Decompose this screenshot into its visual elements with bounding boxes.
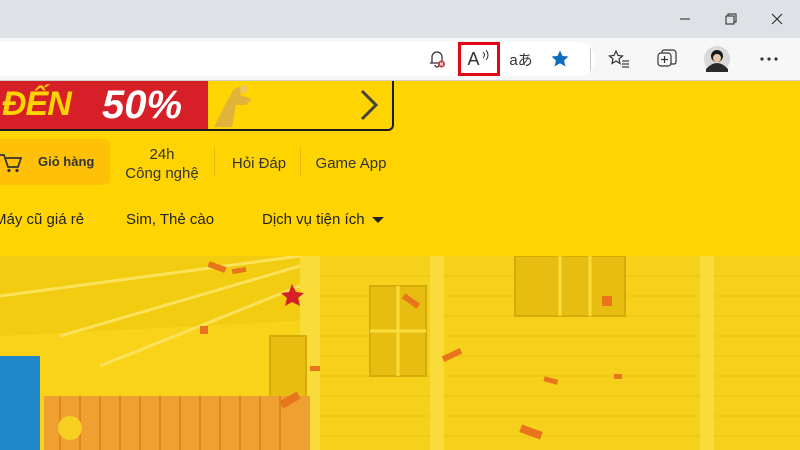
banner-next-arrow-icon[interactable] — [356, 89, 380, 121]
caret-down-icon — [371, 217, 384, 223]
minimize-button[interactable] — [662, 0, 708, 38]
menu-item-dich-vu[interactable]: Dịch vụ tiện ích — [262, 211, 384, 228]
translate-icon: aあ — [509, 51, 533, 69]
nav-separator — [300, 147, 301, 177]
nav-link-24h-cong-nghe[interactable]: 24h Công nghệ — [120, 145, 204, 183]
more-menu-button[interactable] — [752, 42, 786, 76]
read-aloud-highlight — [458, 42, 500, 76]
menu-item-may-cu[interactable]: Máy cũ giá rẻ — [0, 211, 84, 228]
toolbar-separator — [590, 48, 591, 70]
notification-button[interactable] — [420, 42, 454, 76]
nav-link-line2: Công nghệ — [125, 165, 199, 182]
favorites-list-icon — [608, 49, 629, 68]
collections-button[interactable] — [650, 42, 684, 76]
window-titlebar — [0, 0, 800, 38]
minimize-icon — [680, 18, 690, 20]
hero-image[interactable] — [0, 256, 800, 450]
collections-icon — [657, 49, 677, 67]
nav-link-hoi-dap[interactable]: Hỏi Đáp — [226, 154, 292, 173]
browser-toolbar: A aあ — [0, 38, 800, 81]
restore-button[interactable] — [708, 0, 754, 38]
favorite-star-icon — [551, 50, 569, 67]
close-button[interactable] — [754, 0, 800, 38]
profile-button[interactable] — [700, 42, 734, 76]
close-icon — [771, 13, 783, 25]
translate-button[interactable]: aあ — [504, 42, 538, 76]
address-bar[interactable]: A aあ — [0, 42, 595, 76]
nav-separator — [214, 147, 215, 177]
hero-illustration — [0, 256, 800, 450]
notification-bell-icon — [429, 51, 445, 68]
cart-label: Giỏ hàng — [38, 154, 95, 169]
banner-figure-image — [214, 85, 252, 127]
nav-link-line1: Hỏi Đáp — [231, 155, 287, 172]
more-menu-icon — [760, 57, 778, 61]
banner-text: ĐẾN — [2, 85, 72, 123]
nav-link-game-app[interactable]: Game App — [310, 154, 392, 173]
menu-item-sim-the-cao[interactable]: Sim, Thẻ cào — [126, 211, 214, 228]
profile-avatar — [704, 46, 730, 72]
restore-icon — [725, 13, 737, 25]
category-menu: Máy cũ giá rẻ Sim, Thẻ cào Dịch vụ tiện … — [0, 211, 800, 235]
promo-banner[interactable]: ĐẾN 50% — [0, 81, 394, 131]
favorites-list-button[interactable] — [602, 42, 636, 76]
menu-item-label: Dịch vụ tiện ích — [262, 211, 365, 228]
cart-icon — [0, 154, 22, 173]
cart-button[interactable]: Giỏ hàng — [0, 139, 110, 185]
nav-link-line1: Game App — [315, 155, 387, 172]
favorite-button[interactable] — [543, 42, 577, 76]
banner-percent: 50% — [102, 83, 183, 127]
nav-link-line1: 24h — [149, 146, 175, 163]
web-page: ĐẾN 50% Giỏ hàng 24h Công nghệ Hỏi Đáp G… — [0, 81, 800, 450]
site-nav: Giỏ hàng 24h Công nghệ Hỏi Đáp Game App — [0, 139, 800, 189]
